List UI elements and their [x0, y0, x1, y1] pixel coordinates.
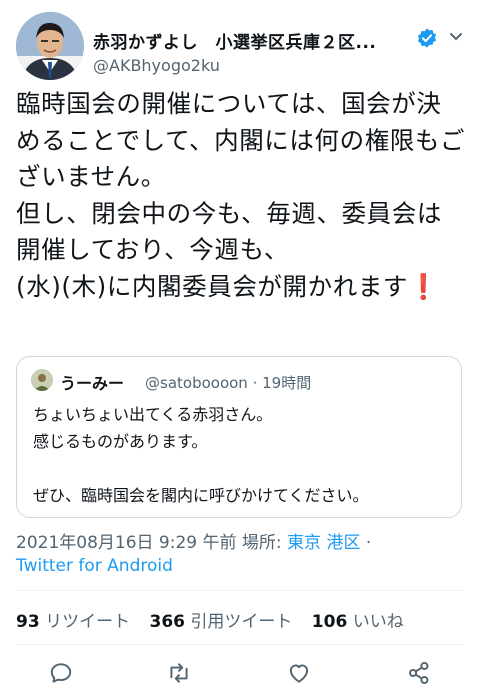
quoted-handle: @satoboooon: [145, 374, 248, 392]
retweet-icon[interactable]: [166, 660, 192, 686]
quoted-name: うーみー: [60, 374, 125, 393]
tweet-stats: 93 リツイート 366 引用ツイート 106 いいね: [16, 607, 418, 632]
source-link[interactable]: Twitter for Android: [16, 556, 173, 576]
quoted-tweet[interactable]: うーみー @satoboooon · 19時間 ちょいちょい出てくる赤羽さん。 …: [16, 356, 462, 518]
like-label[interactable]: いいね: [353, 612, 404, 632]
author-handle[interactable]: @AKBhyogo2ku: [93, 56, 220, 75]
exclamation-emoji: ❗: [408, 271, 440, 301]
share-icon[interactable]: [406, 660, 432, 686]
quoted-text: ちょいちょい出てくる赤羽さん。 感じるものがあります。 ぜひ、臨時国会を閣内に呼…: [33, 405, 369, 505]
action-bar: [0, 656, 480, 690]
like-count[interactable]: 106: [312, 612, 348, 632]
tweet-text: 臨時国会の開催については、国会が決めることでして、内閣には何の権限もございません…: [16, 86, 466, 305]
quoted-meta: @satoboooon · 19時間: [145, 372, 311, 393]
reply-icon[interactable]: [48, 660, 74, 686]
tweet-body: 臨時国会の開催については、国会が決めることでして、内閣には何の権限もございません…: [16, 89, 466, 301]
retweet-label[interactable]: リツイート: [45, 612, 130, 632]
divider: [16, 644, 464, 645]
place-link[interactable]: 東京 港区: [287, 533, 360, 553]
chevron-down-icon[interactable]: [448, 28, 464, 44]
divider: [16, 590, 464, 591]
tweet-meta: 2021年08月16日 9:29 午前 場所: 東京 港区 ·: [16, 528, 371, 553]
timestamp[interactable]: 2021年08月16日 9:29 午前: [16, 533, 237, 553]
quote-count[interactable]: 366: [149, 612, 185, 632]
meta-separator: ·: [365, 533, 372, 553]
place-label: 場所:: [241, 533, 282, 553]
retweet-count[interactable]: 93: [16, 612, 40, 632]
quote-label[interactable]: 引用ツイート: [190, 612, 292, 632]
verified-badge-icon: [417, 28, 437, 48]
quoted-avatar: [31, 369, 53, 391]
author-name[interactable]: 赤羽かずよし 小選挙区兵庫２区...: [93, 28, 413, 53]
heart-icon[interactable]: [286, 660, 312, 686]
author-avatar[interactable]: [16, 12, 84, 80]
tweet-header: 赤羽かずよし 小選挙区兵庫２区... @AKBhyogo2ku: [16, 10, 464, 80]
quoted-time: · 19時間: [252, 374, 312, 392]
